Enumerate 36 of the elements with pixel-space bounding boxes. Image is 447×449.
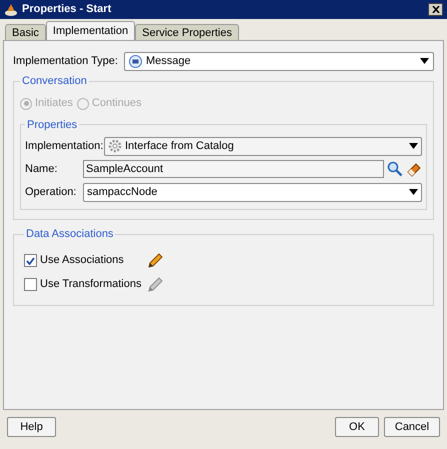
app-icon	[4, 2, 18, 16]
dropdown-value: sampaccNode	[87, 184, 158, 200]
help-button[interactable]: Help	[7, 417, 56, 437]
ok-button[interactable]: OK	[335, 417, 379, 437]
dropdown-caret-icon	[409, 189, 418, 195]
tab[interactable]: Basic	[5, 24, 46, 40]
dropdown-caret-icon	[420, 58, 429, 64]
eraser-icon[interactable]	[406, 161, 422, 177]
radio-label: Initiates	[35, 96, 73, 112]
dropdown-caret-icon	[409, 143, 418, 149]
field-label: Operation:	[25, 184, 78, 200]
tab[interactable]: Service Properties	[135, 24, 239, 40]
cancel-button[interactable]: Cancel	[384, 417, 440, 437]
close-icon	[432, 6, 440, 13]
group-title: Properties	[26, 118, 78, 132]
field-label: Implementation:	[25, 138, 101, 154]
message-icon	[128, 54, 142, 68]
implementation-type-dropdown[interactable]: Message	[124, 52, 434, 70]
field-label: Implementation Type:	[13, 54, 118, 69]
window-title: Properties - Start	[22, 2, 112, 18]
checkbox-label: Use Transformations	[40, 277, 142, 292]
group-title: Conversation	[21, 74, 88, 89]
group-title: Data Associations	[25, 227, 114, 242]
field-label: Name:	[25, 162, 58, 177]
gear-icon	[108, 139, 122, 153]
dropdown-value: Interface from Catalog	[125, 138, 235, 154]
dropdown-value: Message	[146, 54, 192, 69]
check-icon	[26, 256, 35, 264]
search-icon[interactable]	[387, 161, 403, 177]
close-button[interactable]	[428, 3, 443, 16]
checkbox-label: Use Associations	[40, 253, 124, 268]
checkbox[interactable]	[24, 254, 37, 267]
tab[interactable]: Implementation	[46, 21, 136, 40]
pencil-icon[interactable]	[146, 252, 164, 270]
radio-label: Continues	[92, 96, 142, 112]
checkbox[interactable]	[24, 278, 37, 291]
